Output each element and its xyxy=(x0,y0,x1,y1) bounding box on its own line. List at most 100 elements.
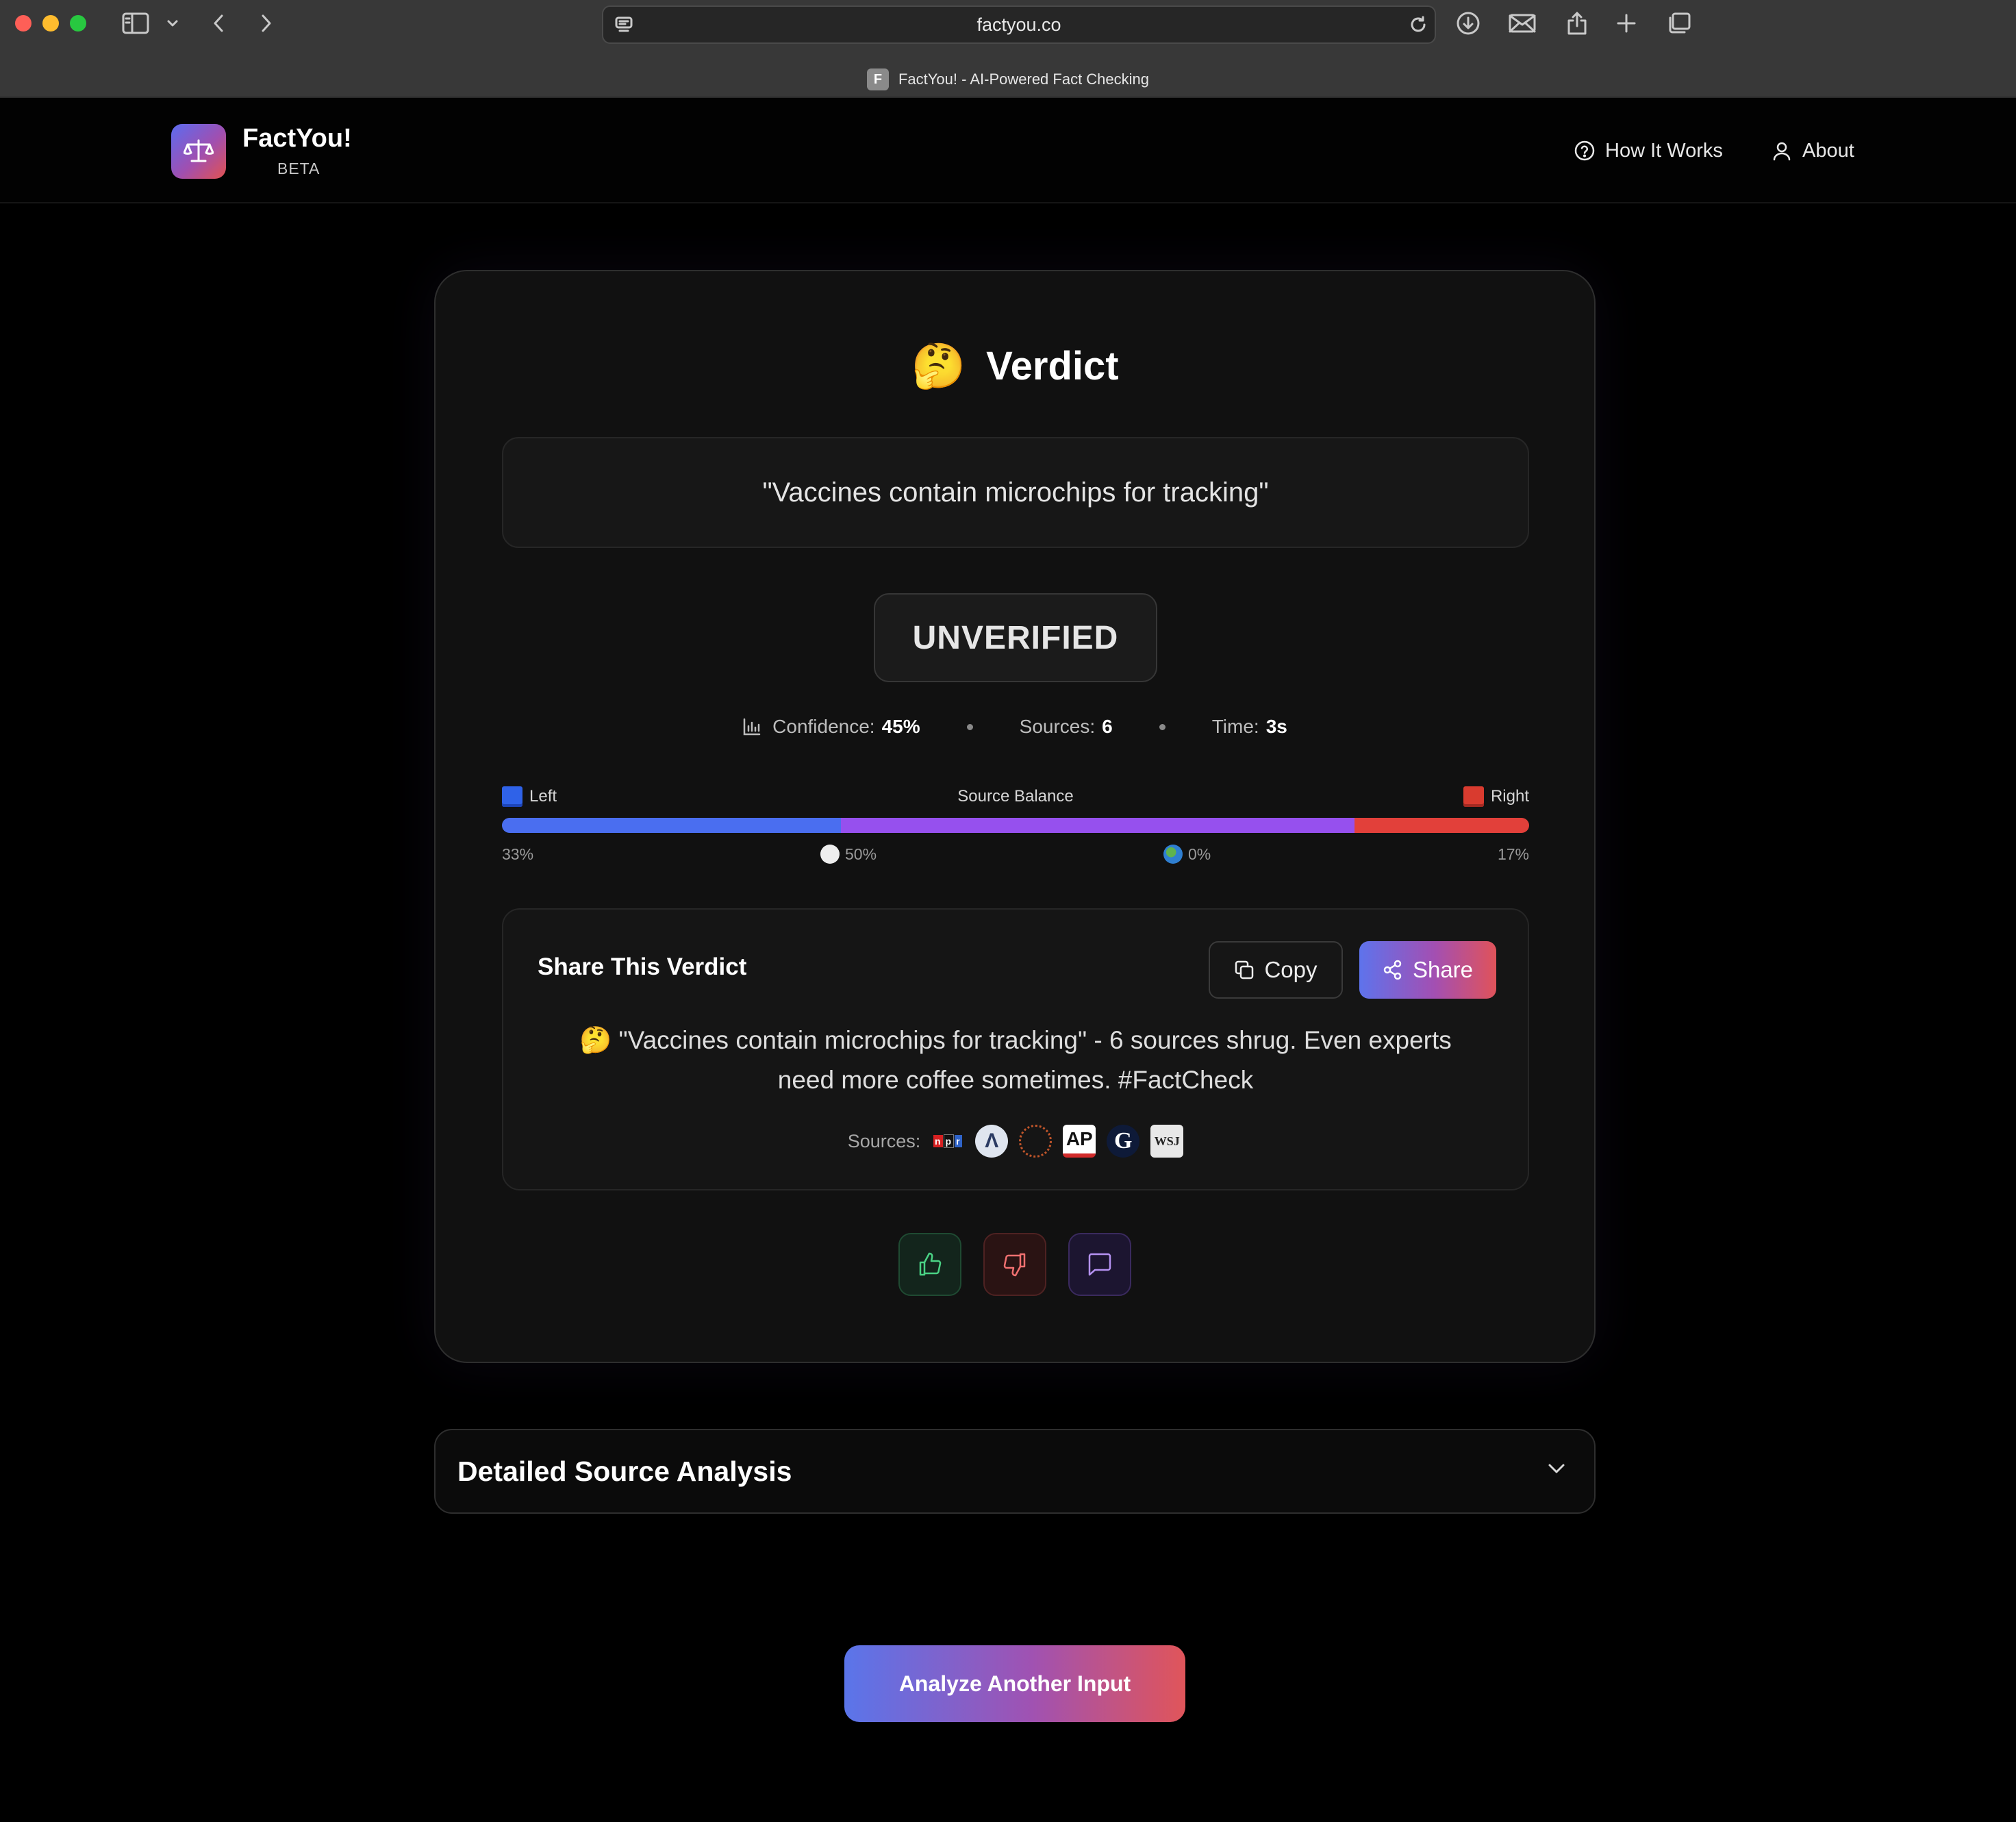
analyze-another-input-button[interactable]: Analyze Another Input xyxy=(844,1645,1185,1722)
share-panel: Share This Verdict Copy Share 🤔 "Vaccines… xyxy=(502,908,1529,1190)
time-stat: Time: 3s xyxy=(1212,716,1287,738)
blue-square-icon xyxy=(502,786,522,807)
bar-chart-icon xyxy=(743,718,761,736)
separator-dot xyxy=(966,723,973,730)
left-percent-text: 33% xyxy=(502,845,534,863)
balance-left-label: Left xyxy=(529,787,557,806)
share-message: 🤔 "Vaccines contain microchips for tracki… xyxy=(558,1021,1473,1100)
white-circle-icon xyxy=(820,845,840,864)
detailed-source-analysis-toggle[interactable]: Detailed Source Analysis xyxy=(434,1429,1596,1514)
thinking-face-icon: 🤔 xyxy=(579,1026,612,1055)
claim-text: "Vaccines contain microchips for trackin… xyxy=(502,437,1529,548)
feedback-row xyxy=(436,1233,1594,1296)
download-icon[interactable] xyxy=(1454,10,1482,37)
active-tab[interactable]: F FactYou! - AI-Powered Fact Checking xyxy=(0,66,2016,93)
confidence-value: 45% xyxy=(881,716,920,737)
npr-logo[interactable]: npr xyxy=(931,1125,964,1158)
time-value: 3s xyxy=(1265,716,1287,737)
forward-arrow-icon[interactable] xyxy=(256,10,277,37)
thinking-face-icon: 🤔 xyxy=(911,341,966,390)
zoom-window-button[interactable] xyxy=(70,15,86,32)
sources-label: Sources: xyxy=(1019,716,1096,737)
balance-right-label: Right xyxy=(1490,787,1529,806)
share-icon[interactable] xyxy=(1565,10,1589,37)
balance-segment-center xyxy=(841,818,1354,833)
minimize-window-button[interactable] xyxy=(42,15,59,32)
copy-label: Copy xyxy=(1264,957,1318,982)
time-label: Time: xyxy=(1211,716,1259,737)
app-header: FactYou! BETA How It Works About xyxy=(0,99,2016,203)
right-percent-text: 17% xyxy=(1497,845,1529,863)
verdict-card: 🤔 Verdict "Vaccines contain microchips f… xyxy=(434,270,1596,1363)
axios-logo[interactable]: Λ xyxy=(975,1125,1009,1158)
confidence-stat: Confidence: 45% xyxy=(742,716,920,738)
thumbs-up-icon xyxy=(919,1252,942,1276)
thumbs-down-icon xyxy=(1003,1253,1026,1277)
share-label: Share xyxy=(1412,957,1474,982)
balance-right-percent: 17% xyxy=(1498,843,1529,866)
stats-row: Confidence: 45% Sources: 6 Time: 3s xyxy=(436,710,1594,744)
nav-how-it-works[interactable]: How It Works xyxy=(1574,137,1723,164)
verdict-heading: 🤔 Verdict xyxy=(436,338,1594,393)
balance-center-percent: 50% xyxy=(820,843,877,866)
npr-letter-r: r xyxy=(955,1135,962,1147)
wsj-logo[interactable]: WSJ xyxy=(1150,1125,1184,1158)
confidence-label: Confidence: xyxy=(772,716,875,737)
nav-how-it-works-label: How It Works xyxy=(1605,139,1723,162)
balance-left-legend: Left xyxy=(502,785,557,808)
globe-icon xyxy=(1163,845,1183,864)
thumbs-down-button[interactable] xyxy=(983,1233,1046,1296)
npr-letter-p: p xyxy=(943,1134,955,1148)
balance-left-percent: 33% xyxy=(502,843,533,866)
scale-icon[interactable] xyxy=(171,124,226,179)
source-balance-title: Source Balance xyxy=(957,787,1074,806)
brand-name[interactable]: FactYou! xyxy=(242,124,352,153)
verdict-title: Verdict xyxy=(986,343,1119,388)
guardian-logo[interactable]: G xyxy=(1107,1125,1140,1158)
comment-icon xyxy=(1088,1253,1111,1276)
back-arrow-icon[interactable] xyxy=(208,10,229,37)
share-button[interactable]: Share xyxy=(1359,941,1496,999)
tab-favicon: F xyxy=(866,68,889,90)
share-message-text: "Vaccines contain microchips for trackin… xyxy=(618,1026,1452,1094)
npr-letter-n: n xyxy=(933,1135,943,1147)
source-balance: Source Balance Left Right 33% 50% 0% 17% xyxy=(502,785,1529,867)
tab-overview-icon[interactable] xyxy=(1665,10,1693,37)
nav-about[interactable]: About xyxy=(1771,137,1854,164)
help-circle-icon xyxy=(1574,140,1595,161)
browser-chrome: factyou.co F FactYou! - AI-Powered Fact … xyxy=(0,0,2016,98)
nav-about-label: About xyxy=(1802,139,1854,162)
new-tab-icon[interactable] xyxy=(1615,10,1638,37)
sources-stat: Sources: 6 xyxy=(1020,716,1113,738)
red-square-icon xyxy=(1463,786,1484,807)
beta-badge: BETA xyxy=(277,160,320,177)
status-badge: UNVERIFIED xyxy=(874,593,1157,682)
international-percent-text: 0% xyxy=(1188,845,1211,863)
ap-logo[interactable]: AP xyxy=(1063,1125,1096,1158)
ring-logo[interactable] xyxy=(1019,1125,1053,1158)
separator-dot xyxy=(1159,723,1166,730)
share-title: Share This Verdict xyxy=(538,953,747,980)
address-bar[interactable]: factyou.co xyxy=(602,5,1436,44)
sources-logos-label: Sources: xyxy=(847,1130,921,1151)
reload-icon[interactable] xyxy=(1406,11,1431,38)
chevron-down-icon xyxy=(1548,1464,1565,1473)
balance-right-legend: Right xyxy=(1463,785,1529,808)
sources-logos-row: Sources: npr Λ AP G WSJ xyxy=(503,1122,1528,1160)
close-window-button[interactable] xyxy=(15,15,32,32)
center-percent-text: 50% xyxy=(845,845,877,863)
user-icon xyxy=(1773,142,1791,161)
detailed-source-analysis-title: Detailed Source Analysis xyxy=(457,1456,792,1487)
sources-value: 6 xyxy=(1102,716,1113,737)
balance-bar xyxy=(502,818,1529,833)
sidebar-icon[interactable] xyxy=(121,10,151,37)
mail-icon[interactable] xyxy=(1508,10,1537,37)
url-text[interactable]: factyou.co xyxy=(603,7,1435,42)
chevron-down-icon[interactable] xyxy=(164,10,181,37)
copy-icon xyxy=(1235,960,1254,979)
balance-segment-right xyxy=(1354,818,1529,833)
comment-button[interactable] xyxy=(1068,1233,1131,1296)
copy-button[interactable]: Copy xyxy=(1209,941,1343,999)
thumbs-up-button[interactable] xyxy=(898,1233,961,1296)
balance-segment-left xyxy=(502,818,841,833)
